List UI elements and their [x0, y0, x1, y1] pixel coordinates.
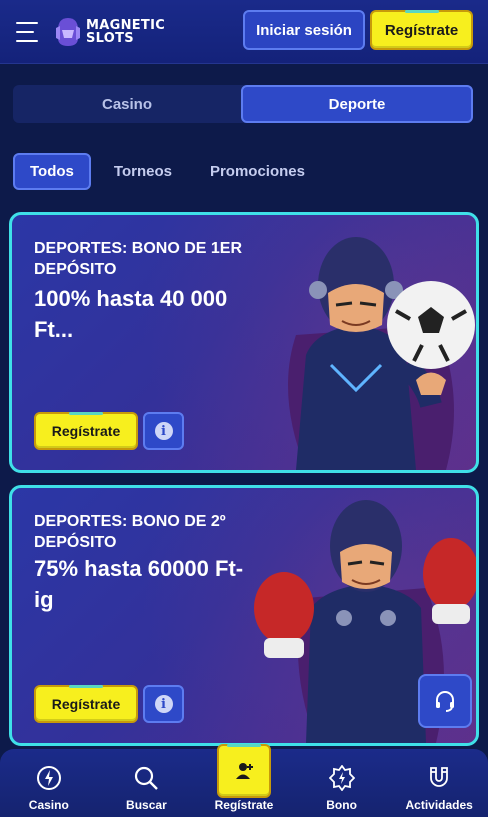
menu-icon[interactable] [16, 21, 42, 42]
nav-activities[interactable]: Actividades [394, 764, 484, 812]
support-chat-button[interactable] [418, 674, 472, 728]
promo-amount: 75% hasta 60000 Ft-ig [34, 556, 244, 612]
hero-head-logo-icon [54, 16, 82, 48]
filter-promotions[interactable]: Promociones [195, 153, 320, 190]
user-plus-icon [216, 744, 271, 798]
filter-all[interactable]: Todos [13, 153, 91, 190]
promo-info-button[interactable]: i [143, 685, 184, 723]
promo-title: DEPORTES: BONO DE 2º DEPÓSITO [34, 513, 226, 551]
promo-amount: 100% hasta 40 000 Ft... [34, 286, 228, 342]
promo-title: DEPORTES: BONO DE 1ER DEPÓSITO [34, 240, 243, 278]
info-icon: i [154, 422, 173, 440]
filter-tournaments[interactable]: Torneos [99, 153, 187, 190]
search-icon [132, 764, 160, 792]
logo-line1: MAGNETIC [86, 17, 166, 33]
tab-casino[interactable]: Casino [13, 85, 241, 123]
nav-search-label: Buscar [126, 798, 167, 812]
bottom-navigation: Casino Buscar Regístrate Bono Actividade… [0, 744, 488, 817]
login-button[interactable]: Iniciar sesión [243, 10, 365, 50]
promo-filters: Todos Torneos Promociones [13, 153, 320, 190]
info-icon: i [154, 695, 173, 713]
promo-info-button[interactable]: i [143, 412, 184, 450]
register-button[interactable]: Regístrate [370, 10, 473, 50]
promo-register-button[interactable]: Regístrate [34, 685, 138, 723]
nav-search[interactable]: Buscar [101, 764, 191, 812]
logo-line2: SLOTS [86, 30, 134, 46]
nav-register-label: Regístrate [214, 798, 274, 812]
nav-casino[interactable]: Casino [4, 764, 94, 812]
tab-sport[interactable]: Deporte [241, 85, 473, 123]
bonus-badge-icon [328, 764, 356, 792]
product-switch: Casino Deporte [13, 85, 473, 123]
superhero-soccer-ball-illustration [288, 237, 475, 470]
promo-register-button[interactable]: Regístrate [34, 412, 138, 450]
promo-card[interactable]: DEPORTES: BONO DE 2º DEPÓSITO 75% hasta … [9, 485, 479, 746]
promo-card[interactable]: DEPORTES: BONO DE 1ER DEPÓSITO 100% hast… [9, 212, 479, 473]
nav-casino-label: Casino [28, 798, 69, 812]
nav-bonus-label: Bono [326, 798, 357, 812]
brand-logo[interactable]: MAGNETIC SLOTS [54, 16, 165, 48]
headset-icon [436, 691, 454, 712]
nav-activities-label: Actividades [405, 798, 473, 812]
casino-chip-icon [35, 764, 63, 792]
magnet-icon [425, 764, 453, 792]
nav-bonus[interactable]: Bono [297, 764, 387, 812]
nav-register[interactable]: Regístrate [199, 744, 289, 812]
